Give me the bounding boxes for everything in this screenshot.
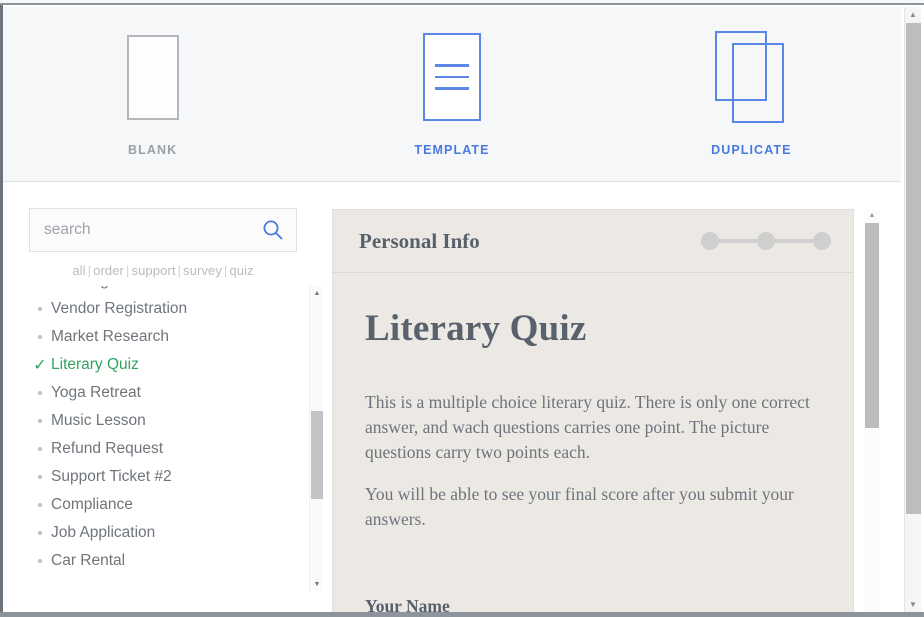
list-item-label: Yoga Retreat [51,384,141,401]
bullet-icon: • [37,412,43,430]
scrollbar-thumb[interactable] [311,411,323,499]
bullet-icon: • [37,468,43,486]
form-preview-scrollbar[interactable]: ▲ [864,209,880,612]
scroll-down-arrow-icon[interactable]: ▼ [310,577,324,591]
filter-support[interactable]: support [131,263,175,278]
list-item[interactable]: • Yoga Retreat [29,379,281,407]
step-connector-2 [775,239,813,243]
filter-all[interactable]: all [72,263,85,278]
form-preview-panel: Personal Info Literary Quiz This is a mu… [332,209,854,612]
bullet-icon: • [37,552,43,570]
search-box[interactable] [29,208,297,252]
step-dot-3[interactable] [813,232,831,250]
search-input[interactable] [30,221,262,239]
filter-separator-1: | [87,263,92,278]
form-description-1: This is a multiple choice literary quiz.… [365,392,810,462]
app-window: BLANK TEMPLATE DUPLICATE search all | or… [0,0,924,617]
window-bottom-border [0,612,924,617]
lined-page-icon [422,29,481,125]
form-source-chooser: BLANK TEMPLATE DUPLICATE [3,7,901,182]
scroll-up-arrow-icon[interactable]: ▲ [864,209,880,222]
chooser-option-duplicate[interactable]: DUPLICATE [602,29,901,157]
filter-order[interactable]: order [93,263,124,278]
list-item-label: Market Research [51,328,170,345]
category-filters: all | order | support | survey | quiz [29,263,297,278]
list-item[interactable]: • Running Club [29,286,281,295]
list-item[interactable]: • Market Research [29,323,281,351]
list-item-label: Literary Quiz [51,356,139,373]
chooser-option-blank[interactable]: BLANK [3,29,302,157]
form-title: Literary Quiz [365,308,587,349]
filter-separator-2: | [126,263,130,278]
two-pages-icon [715,29,787,125]
scroll-down-arrow-icon[interactable]: ▼ [905,597,921,612]
list-item[interactable]: • Car Rental [29,547,281,575]
filter-quiz[interactable]: quiz [229,263,253,278]
form-description-2: You will be able to see your final score… [365,484,794,529]
filter-separator-3: | [177,263,182,278]
list-item-selected[interactable]: ✓ Literary Quiz [29,351,281,379]
blank-page-icon [126,29,179,125]
filter-separator-4: | [223,263,228,278]
form-body: Literary Quiz This is a multiple choice … [333,273,853,612]
window-titlebar-strip [0,0,924,5]
chooser-label-template: TEMPLATE [414,143,490,157]
form-section-title: Personal Info [359,228,480,253]
search-icon[interactable] [262,219,284,241]
bullet-icon: • [37,328,43,346]
list-item[interactable]: • Support Ticket #2 [29,463,281,491]
list-item-label: Compliance [51,496,133,513]
list-item[interactable]: • Music Lesson [29,407,281,435]
forms-list-scrollbar[interactable]: ▲ ▼ [309,286,323,591]
field-label-your-name: Your Name [365,596,450,612]
chooser-label-duplicate: DUPLICATE [711,143,792,157]
bullet-icon: • [37,384,43,402]
form-section-header: Personal Info [333,210,853,273]
step-connector-1 [719,239,757,243]
list-item-label: Support Ticket #2 [51,468,172,485]
scroll-up-arrow-icon[interactable]: ▲ [310,286,324,300]
bullet-icon: • [37,524,43,542]
list-item-label: Job Application [51,524,156,541]
list-item[interactable]: • Compliance [29,491,281,519]
list-item-label: Refund Request [51,440,164,457]
list-item-label: Vendor Registration [51,300,188,317]
list-item[interactable]: • Refund Request [29,435,281,463]
scroll-up-arrow-icon[interactable]: ▲ [905,7,921,22]
bullet-icon: • [37,440,43,458]
step-dot-1[interactable] [701,232,719,250]
chooser-label-blank: BLANK [128,143,178,157]
forms-list: • Running Club • Vendor Registration • M… [29,286,297,591]
check-icon: ✓ [33,357,47,374]
bullet-icon: • [29,286,51,290]
forms-sidebar: all|order|support|survey|quiz • Running … [3,183,323,612]
scrollbar-thumb[interactable] [865,223,879,428]
list-item-label: Music Lesson [51,412,146,429]
list-item-label: Car Rental [51,552,126,569]
list-item[interactable]: • Job Application [29,519,281,547]
bullet-icon: • [37,300,43,318]
chooser-option-template[interactable]: TEMPLATE [302,29,601,157]
step-indicator [701,232,831,250]
bullet-icon: • [37,496,43,514]
window-scrollbar[interactable]: ▲ ▼ [904,7,921,612]
list-item-label: Running Club [51,286,145,290]
filter-survey[interactable]: survey [183,263,222,278]
step-dot-2[interactable] [757,232,775,250]
scrollbar-thumb[interactable] [906,23,921,514]
list-item[interactable]: • Vendor Registration [29,295,281,323]
